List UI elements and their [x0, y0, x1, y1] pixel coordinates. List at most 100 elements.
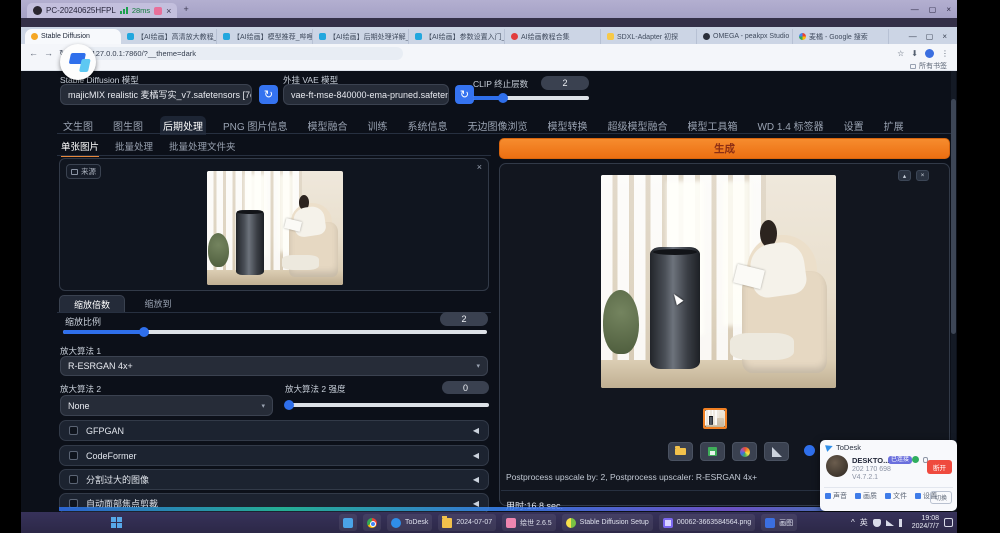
- floating-toggle-button[interactable]: [804, 445, 815, 456]
- todesk-action-quality[interactable]: 画质: [855, 491, 877, 501]
- checkbox[interactable]: [69, 475, 78, 484]
- slider-thumb[interactable]: [498, 93, 508, 103]
- remote-close-button[interactable]: ×: [946, 5, 951, 14]
- taskbar-paint[interactable]: 画图: [761, 514, 797, 531]
- sd-model-dropdown[interactable]: majicMIX realistic 麦橘写实_v7.safetensors […: [60, 84, 252, 105]
- upscaler2-strength-slider[interactable]: [285, 403, 489, 407]
- security-icon[interactable]: [873, 519, 881, 527]
- forward-button[interactable]: →: [44, 48, 53, 58]
- send-to-extras-button[interactable]: [764, 442, 789, 461]
- upscaler2-strength-value[interactable]: 0: [442, 381, 489, 394]
- refresh-sd-model-button[interactable]: ↻: [259, 85, 278, 104]
- notification-center-icon[interactable]: [944, 518, 953, 527]
- bookmarks-folder-icon: [910, 64, 916, 69]
- slider-thumb[interactable]: [139, 327, 149, 337]
- todesk-action-files[interactable]: 文件: [885, 491, 907, 501]
- clip-skip-label: CLIP 终止层数: [473, 78, 528, 90]
- profile-avatar[interactable]: [925, 49, 934, 58]
- upscaler2-dropdown[interactable]: None▾: [60, 395, 273, 416]
- browser-tab[interactable]: 【AI绘画】后期处理详解_哔哩哔哩_bilibili: [313, 29, 409, 44]
- browser-tab[interactable]: SDXL-Adapter 初探: [601, 29, 697, 44]
- gallery-expand-button[interactable]: ▴: [898, 170, 911, 181]
- browser-maximize-button[interactable]: ▢: [926, 32, 934, 41]
- bilibili-favicon: [127, 33, 134, 40]
- chevron-down-icon: ▾: [255, 402, 265, 410]
- url-field[interactable]: 127.0.0.1:7860/?__theme=dark: [73, 47, 403, 60]
- tray-expand-button[interactable]: ^: [851, 518, 855, 527]
- browser-menu-icon[interactable]: ⋮: [941, 49, 949, 58]
- launcher-floating-logo[interactable]: [60, 44, 96, 80]
- task-view-button[interactable]: [339, 514, 357, 531]
- browser-minimize-button[interactable]: —: [909, 32, 917, 41]
- taskbar-folder[interactable]: 2024-07-07: [438, 514, 496, 531]
- vae-dropdown[interactable]: vae-ft-mse-840000-ema-pruned.safetensors…: [283, 84, 449, 105]
- browser-tab-stable-diffusion[interactable]: Stable Diffusion: [25, 29, 121, 44]
- url-text: 127.0.0.1:7860/?__theme=dark: [92, 49, 196, 58]
- open-folder-button[interactable]: [668, 442, 693, 461]
- gallery-actions: [668, 442, 789, 461]
- record-icon[interactable]: [154, 7, 162, 15]
- checkbox[interactable]: [69, 426, 78, 435]
- generate-button[interactable]: 生成: [499, 138, 950, 159]
- browser-tab[interactable]: 麦橘 - Google 搜索: [793, 29, 889, 44]
- todesk-switch-chip[interactable]: 切换: [930, 491, 952, 504]
- clock[interactable]: 19:082024/7/7: [912, 515, 939, 531]
- browser-tab[interactable]: 【AI绘画】模型推荐_哔哩哔哩_bilibili: [217, 29, 313, 44]
- save-image-button[interactable]: [700, 442, 725, 461]
- folder-icon: [442, 518, 452, 528]
- gallery-close-button[interactable]: ×: [916, 170, 929, 181]
- browser-close-button[interactable]: ×: [942, 32, 947, 41]
- sd-setup-icon: [566, 518, 576, 528]
- start-button[interactable]: [111, 517, 122, 528]
- remote-session-tab[interactable]: PC-20240625HFPL 28ms ×: [27, 3, 177, 18]
- new-session-button[interactable]: +: [183, 4, 188, 14]
- bilibili-favicon: [415, 33, 422, 40]
- browser-tab[interactable]: 【AI绘画】参数设置入门_哔哩哔哩_bilibili: [409, 29, 505, 44]
- collapse-arrow-icon: ◀: [473, 475, 479, 484]
- downloads-icon[interactable]: ⬇: [911, 49, 918, 58]
- ime-language-indicator[interactable]: 英: [860, 517, 868, 528]
- scrollbar-thumb[interactable]: [951, 99, 956, 334]
- taskbar-launcher[interactable]: 绘世 2.6.5: [502, 514, 556, 531]
- clip-skip-value[interactable]: 2: [541, 76, 589, 90]
- checkbox[interactable]: [69, 451, 78, 460]
- remote-maximize-button[interactable]: ▢: [929, 5, 937, 14]
- accordion-gfpgan[interactable]: GFPGAN◀: [59, 420, 489, 441]
- upscaler2-label: 放大算法 2: [60, 383, 101, 395]
- refresh-vae-button[interactable]: ↻: [455, 85, 474, 104]
- upscaler1-dropdown[interactable]: R-ESRGAN 4x+▾: [60, 356, 488, 376]
- browser-tab[interactable]: OMEGA - peakpx Studio: [697, 29, 793, 44]
- taskbar-sd-setup[interactable]: Stable Diffusion Setup: [562, 514, 653, 531]
- remote-minimize-button[interactable]: —: [911, 5, 919, 14]
- resize-slider[interactable]: [63, 330, 487, 334]
- scale-by-tab[interactable]: 缩放倍数: [59, 295, 125, 312]
- accordion-split-oversize[interactable]: 分割过大的图像◀: [59, 469, 489, 490]
- session-close-button[interactable]: ×: [166, 6, 171, 16]
- network-icon[interactable]: [886, 520, 894, 526]
- all-bookmarks-label[interactable]: 所有书签: [919, 61, 947, 71]
- source-image-dropzone[interactable]: 来源 ×: [59, 158, 489, 291]
- taskbar-png-file[interactable]: 00062-3663584564.png: [659, 514, 755, 531]
- send-to-img2img-button[interactable]: [732, 442, 757, 461]
- slider-thumb[interactable]: [284, 400, 294, 410]
- todesk-action-sound[interactable]: 声音: [825, 491, 847, 501]
- paint-icon: [765, 518, 775, 528]
- clip-skip-slider[interactable]: [473, 96, 589, 100]
- call-icon[interactable]: [912, 456, 919, 463]
- postprocess-info: Postprocess upscale by: 2, Postprocess u…: [506, 472, 757, 482]
- scale-to-tab[interactable]: 缩放到: [133, 295, 183, 312]
- browser-tab[interactable]: AI绘画教程合集: [505, 29, 601, 44]
- volume-icon[interactable]: [899, 519, 907, 527]
- gallery-thumbnail[interactable]: [703, 408, 727, 429]
- accordion-codeformer[interactable]: CodeFormer◀: [59, 445, 489, 466]
- taskbar-chrome[interactable]: [363, 514, 381, 531]
- resize-value[interactable]: 2: [440, 312, 488, 326]
- result-image[interactable]: [601, 175, 836, 388]
- back-button[interactable]: ←: [29, 48, 38, 58]
- taskbar-todesk[interactable]: ToDesk: [387, 514, 432, 531]
- system-tray: ^ 英 19:082024/7/7: [851, 512, 953, 533]
- browser-tab[interactable]: 【AI绘画】高清放大教程_哔哩哔哩_bilibili: [121, 29, 217, 44]
- clear-source-button[interactable]: ×: [477, 162, 482, 172]
- bookmark-star-icon[interactable]: ☆: [897, 49, 904, 58]
- disconnect-button[interactable]: 断开: [927, 460, 952, 474]
